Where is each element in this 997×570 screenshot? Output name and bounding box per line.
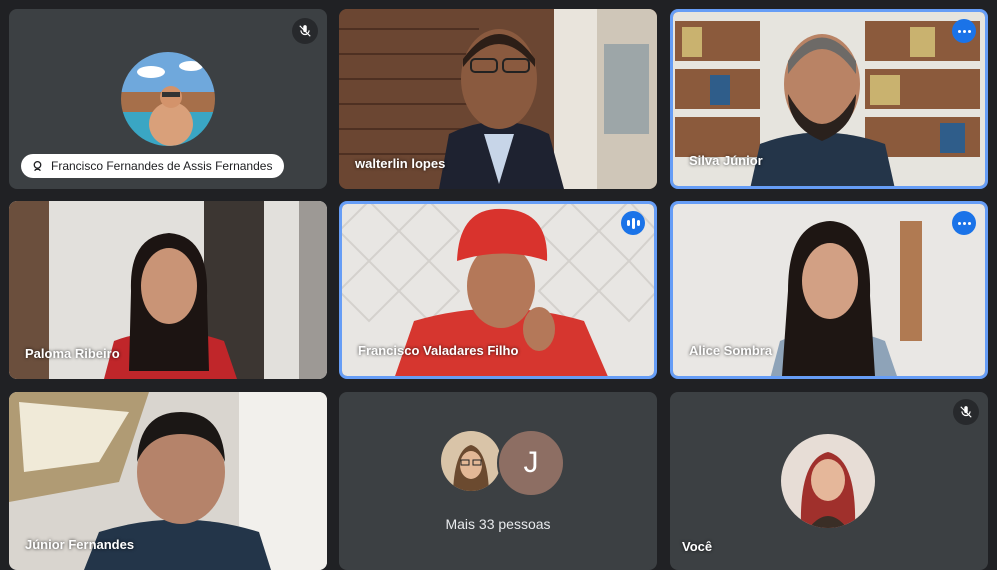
participant-tile-walterlin-lopes[interactable]: walterlin lopes — [339, 9, 657, 189]
participant-tile-alice-sombra[interactable]: Alice Sombra — [670, 201, 988, 379]
avatar — [781, 434, 875, 528]
participant-name: Paloma Ribeiro — [25, 346, 120, 361]
participant-tile-self[interactable]: Você — [670, 392, 988, 570]
avatar — [439, 429, 503, 493]
participant-tile-francisco-valadares[interactable]: Francisco Valadares Filho — [339, 201, 657, 379]
pin-icon — [33, 160, 42, 171]
participant-name: Júnior Fernandes — [25, 537, 135, 552]
speaking-indicator-icon — [621, 211, 645, 235]
more-options-icon[interactable] — [952, 211, 976, 235]
participant-name-chip: Francisco Fernandes de Assis Fernandes — [21, 154, 285, 178]
letter-avatar: J — [497, 429, 565, 497]
participant-name: walterlin lopes — [355, 156, 446, 171]
participant-tile-francisco-fernandes[interactable]: Francisco Fernandes de Assis Fernandes — [9, 9, 327, 189]
mic-off-icon — [953, 399, 979, 425]
participant-tile-silva-junior[interactable]: Silva Júnior — [670, 9, 988, 189]
more-options-icon[interactable] — [952, 19, 976, 43]
participant-name: Você — [682, 539, 713, 554]
more-people-label: Mais 33 pessoas — [445, 516, 551, 532]
avatar-letter: J — [523, 446, 539, 479]
avatar — [121, 52, 215, 146]
participant-name: Silva Júnior — [689, 153, 763, 168]
participant-tile-more-people[interactable]: J Mais 33 pessoas — [339, 392, 657, 570]
participant-tile-junior-fernandes[interactable]: Júnior Fernandes — [9, 392, 327, 570]
participant-name: Francisco Fernandes de Assis Fernandes — [51, 159, 273, 173]
mic-off-icon — [292, 18, 318, 44]
participant-name: Francisco Valadares Filho — [358, 343, 519, 358]
participant-name: Alice Sombra — [689, 343, 773, 358]
participant-tile-paloma-ribeiro[interactable]: Paloma Ribeiro — [9, 201, 327, 379]
